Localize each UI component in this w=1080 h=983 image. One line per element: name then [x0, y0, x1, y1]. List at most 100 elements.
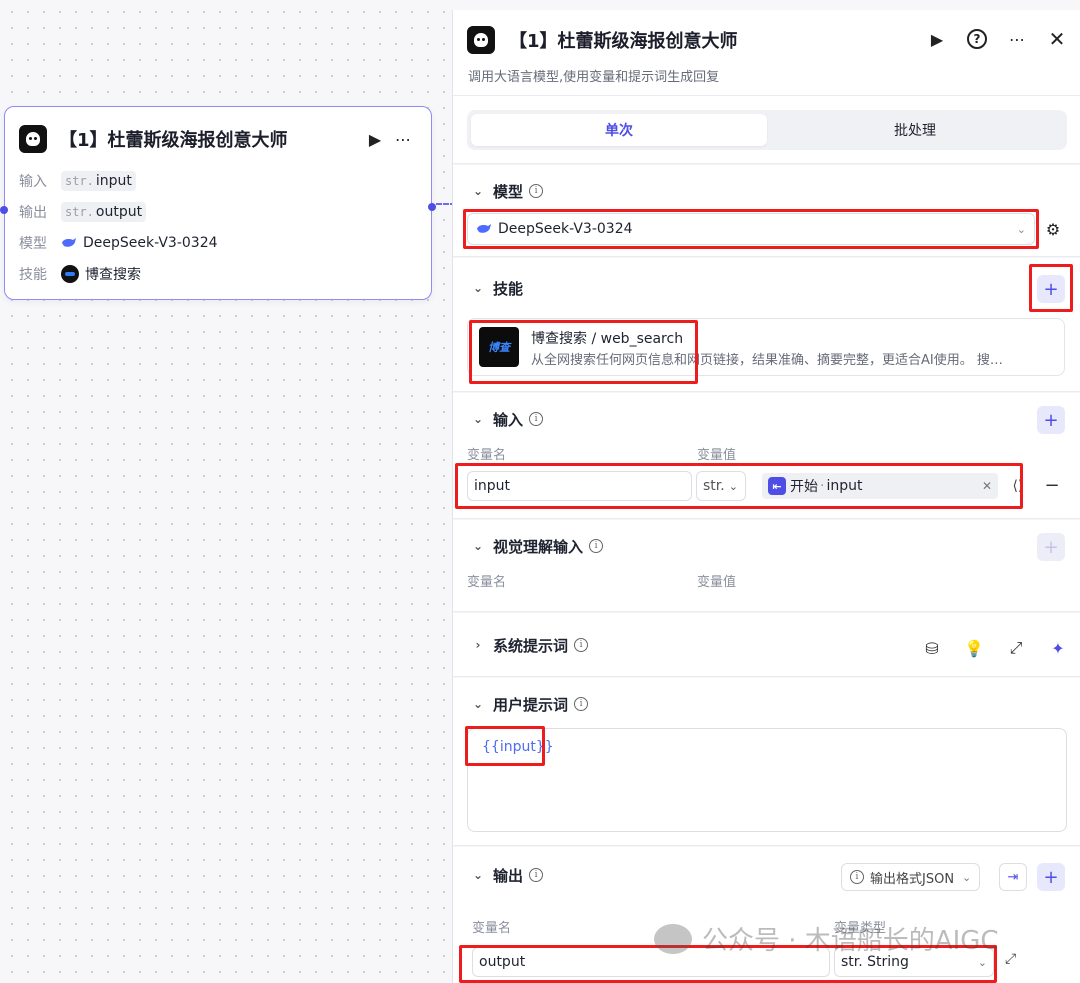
input-ref-chip[interactable]: ⇤ 开始 · input ✕ — [762, 473, 998, 499]
chevron-down-icon: ⌄ — [962, 870, 972, 884]
col-var-name: 变量名 — [467, 575, 507, 590]
ghost-app-icon — [19, 125, 47, 153]
node-config-panel: 【1】杜蕾斯级海报创意大师 调用大语言模型,使用变量和提示词生成回复 ▶ ? ⋯… — [452, 10, 1080, 983]
lightbulb-icon[interactable]: 💡 — [963, 637, 985, 659]
skill-description: 从全网搜索任何网页信息和网页链接，结果准确、摘要完整，更适合AI使用。 搜… — [531, 353, 1003, 368]
llm-node-card[interactable]: 【1】杜蕾斯级海报创意大师 ▶ ⋯ 输入 str. input 输出 str. ou… — [0, 106, 436, 300]
prompt-toolbar: ⛁ 💡 ⤢ ✦ — [921, 637, 1069, 659]
info-icon[interactable]: i — [529, 412, 544, 426]
vision-inputs-heading[interactable]: ⌄ 视觉理解输入 i — [469, 534, 604, 558]
chevron-down-icon: ⌄ — [472, 539, 484, 553]
chevron-down-icon: ⌄ — [472, 697, 484, 711]
skills-section: ⌄ 技能 + 博查 博查搜索 / web_search 从全网搜索任何网页信息和… — [453, 258, 1080, 392]
info-icon[interactable]: i — [574, 697, 589, 711]
close-icon[interactable]: ✕ — [1043, 25, 1071, 53]
chevron-down-icon: ⌄ — [472, 281, 484, 295]
bocha-logo-icon — [61, 265, 79, 283]
node-row-skill: 技能 博查搜索 — [19, 262, 141, 286]
panel-title: 【1】杜蕾斯级海报创意大师 — [509, 31, 738, 52]
col-var-value: 变量值 — [697, 448, 737, 463]
chevron-down-icon: ⌄ — [472, 412, 484, 426]
col-var-name: 变量名 — [467, 448, 507, 463]
col-var-name: 变量名 — [472, 921, 512, 936]
node-row-label: 技能 — [19, 267, 47, 283]
panel-header-actions: ▶ ? ⋯ ✕ — [923, 25, 1071, 53]
add-input-button[interactable]: + — [1037, 406, 1065, 434]
add-skill-button[interactable]: + — [1037, 275, 1065, 303]
chevron-down-icon: ⌄ — [472, 868, 484, 882]
node-input-port[interactable] — [0, 206, 8, 214]
input-row: input str. ⌄ ⇤ 开始 · input ✕ ⟨⟩ − — [467, 471, 1067, 501]
more-icon[interactable]: ⋯ — [389, 125, 417, 153]
node-row-label: 模型 — [19, 236, 47, 252]
gear-icon[interactable]: ⚙ — [1039, 215, 1067, 243]
outputs-heading[interactable]: ⌄ 输出 i — [469, 863, 544, 887]
mode-tabs-section: 单次 批处理 — [453, 96, 1080, 164]
import-output-icon[interactable]: ⇥ — [999, 863, 1027, 891]
node-title: 【1】杜蕾斯级海报创意大师 — [59, 130, 288, 151]
chevron-down-icon: ⌄ — [977, 955, 987, 969]
help-icon[interactable]: ? — [963, 25, 991, 53]
node-output-port[interactable] — [428, 203, 436, 211]
chevron-down-icon: ⌄ — [728, 479, 738, 493]
user-prompt-heading[interactable]: ⌄ 用户提示词 i — [469, 692, 589, 716]
info-icon[interactable]: i — [529, 868, 544, 882]
inputs-heading[interactable]: ⌄ 输入 i — [469, 407, 544, 431]
expand-icon[interactable]: ⤢ — [1005, 951, 1016, 967]
node-row-model: 模型 DeepSeek-V3-0324 — [19, 235, 218, 252]
start-node-icon: ⇤ — [768, 477, 786, 495]
user-prompt-section: ⌄ 用户提示词 i {{input}} — [453, 678, 1080, 846]
more-icon[interactable]: ⋯ — [1003, 25, 1031, 53]
prompt-library-icon[interactable]: ⛁ — [921, 637, 943, 659]
panel-header: 【1】杜蕾斯级海报创意大师 调用大语言模型,使用变量和提示词生成回复 ▶ ? ⋯… — [453, 10, 1080, 96]
chevron-right-icon: › — [475, 638, 481, 652]
tab-batch[interactable]: 批处理 — [767, 114, 1063, 146]
inputs-section: ⌄ 输入 i + 变量名 变量值 input str. ⌄ ⇤ 开始 · inp… — [453, 393, 1080, 519]
clear-ref-icon[interactable]: ✕ — [982, 479, 992, 493]
skill-card[interactable]: 博查 博查搜索 / web_search 从全网搜索任何网页信息和网页链接，结果… — [467, 318, 1065, 376]
bocha-logo-icon: 博查 — [479, 327, 519, 367]
model-select-value: DeepSeek-V3-0324 — [498, 221, 633, 237]
ai-sparkle-icon[interactable]: ✦ — [1047, 637, 1069, 659]
remove-input-button[interactable]: − — [1041, 473, 1063, 497]
system-prompt-section: › 系统提示词 i ⛁ 💡 ⤢ ✦ — [453, 613, 1080, 677]
model-section: ⌄ 模型 i DeepSeek-V3-0324 ⌄ ⚙ — [453, 165, 1080, 257]
vision-inputs-section: ⌄ 视觉理解输入 i + 变量名 变量值 — [453, 520, 1080, 612]
node-row-label: 输出 — [19, 205, 47, 221]
add-output-button[interactable]: + — [1037, 863, 1065, 891]
system-prompt-heading[interactable]: › 系统提示词 i — [469, 633, 589, 657]
input-type-select[interactable]: str. ⌄ — [696, 471, 746, 501]
watermark: 公众号 · 木语船长的AIGC — [654, 920, 999, 957]
deepseek-whale-icon — [62, 238, 76, 247]
node-row-input: 输入 str. input — [19, 169, 136, 193]
skills-heading[interactable]: ⌄ 技能 — [469, 276, 523, 300]
chevron-down-icon: ⌄ — [1016, 222, 1026, 236]
run-play-icon[interactable]: ▶ — [923, 25, 951, 53]
run-play-icon[interactable]: ▶ — [361, 125, 389, 153]
user-prompt-editor[interactable]: {{input}} — [467, 728, 1067, 832]
skill-name: 博查搜索 / web_search — [531, 331, 684, 347]
output-format-select[interactable]: i 输出格式JSON ⌄ — [841, 863, 981, 891]
expand-icon[interactable]: ⤢ — [1005, 637, 1027, 659]
input-var-tag: str. input — [61, 171, 136, 191]
input-var-name-field[interactable]: input — [467, 471, 692, 501]
model-select[interactable]: DeepSeek-V3-0324 ⌄ — [467, 213, 1035, 245]
outputs-section: ⌄ 输出 i i 输出格式JSON ⌄ ⇥ + 变量名 变量类型 output … — [453, 847, 1080, 983]
wechat-logo-icon — [654, 923, 692, 954]
info-icon[interactable]: i — [589, 539, 604, 553]
node-header: 【1】杜蕾斯级海报创意大师 ▶ ⋯ — [19, 124, 417, 154]
info-icon[interactable]: i — [529, 184, 544, 198]
tab-single[interactable]: 单次 — [471, 114, 767, 146]
add-vision-input-button[interactable]: + — [1037, 533, 1065, 561]
model-heading[interactable]: ⌄ 模型 i — [469, 179, 544, 203]
chevron-down-icon: ⌄ — [472, 184, 484, 198]
deepseek-whale-icon — [477, 224, 491, 233]
variable-ref-icon[interactable]: ⟨⟩ — [1007, 475, 1029, 497]
node-row-label: 输入 — [19, 174, 47, 190]
mode-tabs: 单次 批处理 — [467, 110, 1067, 150]
info-icon[interactable]: i — [574, 638, 589, 652]
output-var-tag: str. output — [61, 202, 147, 222]
col-var-value: 变量值 — [697, 575, 737, 590]
ghost-app-icon — [467, 26, 495, 54]
node-row-output: 输出 str. output — [19, 200, 147, 224]
